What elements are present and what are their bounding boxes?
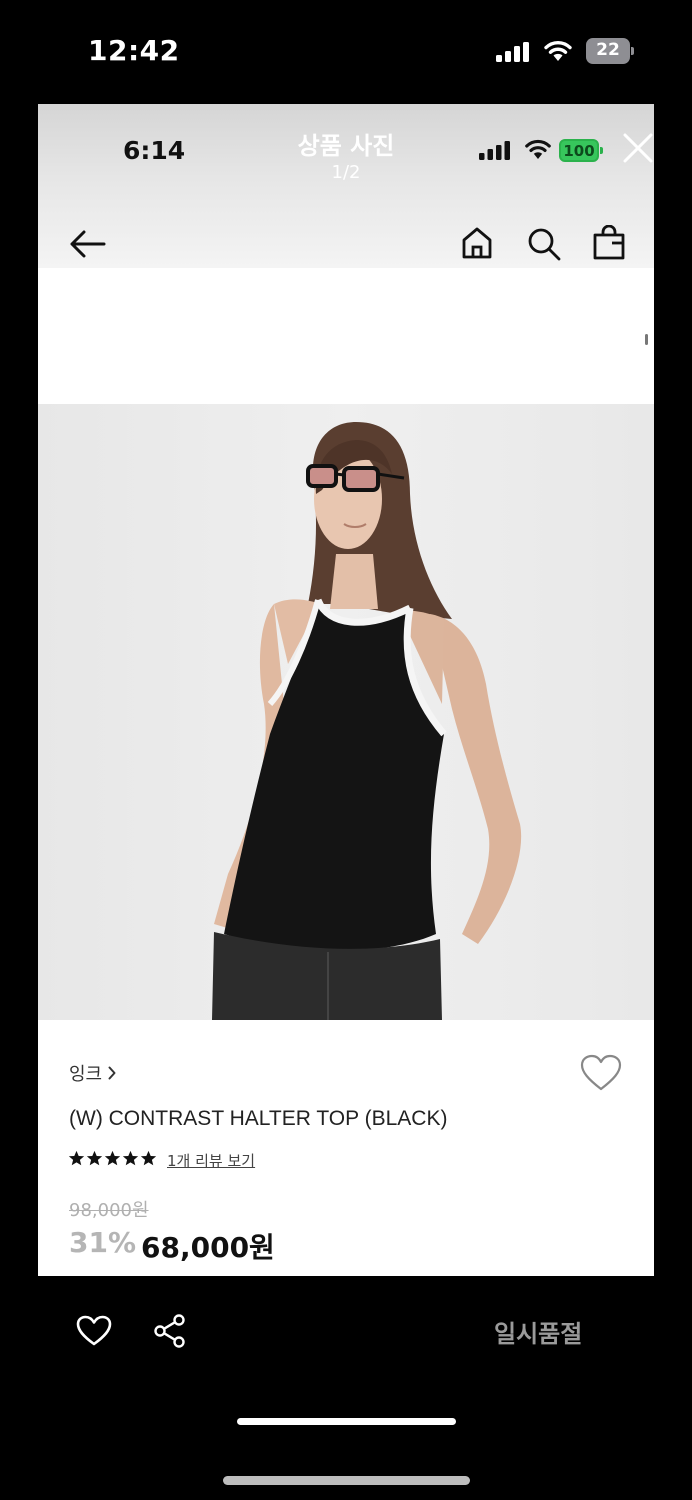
rating-stars — [68, 1150, 157, 1167]
inner-home-indicator — [237, 1418, 456, 1425]
viewer-title: 상품 사진 — [297, 132, 395, 160]
heart-icon[interactable] — [76, 1315, 112, 1347]
wifi-icon — [544, 40, 572, 61]
heart-icon[interactable] — [580, 1054, 622, 1092]
discount-rate: 31% — [69, 1226, 137, 1259]
outer-battery-level: 22 — [596, 40, 620, 60]
sold-out-button[interactable]: 일시품절 — [494, 1314, 582, 1349]
scroll-indicator[interactable] — [645, 334, 648, 345]
star-icon — [104, 1150, 121, 1166]
inner-status-time: 6:14 — [123, 136, 186, 165]
signal-icon — [496, 42, 529, 62]
product-info-panel: 잉크 (W) CONTRAST HALTER TOP (BLACK) 1개 리뷰… — [38, 1020, 654, 1276]
photo-viewer-header: 6:14 100 상품 사진 1/2 — [38, 104, 654, 268]
product-name: (W) CONTRAST HALTER TOP (BLACK) — [69, 1107, 448, 1130]
share-icon[interactable] — [152, 1313, 188, 1349]
brand-link[interactable]: 잉크 — [69, 1060, 116, 1086]
review-link[interactable]: 1개 리뷰 보기 — [167, 1150, 255, 1171]
close-icon[interactable] — [622, 132, 654, 164]
signal-icon — [479, 141, 510, 160]
inner-battery-level: 100 — [563, 142, 595, 160]
home-indicator[interactable] — [223, 1476, 470, 1485]
home-icon[interactable] — [460, 226, 494, 260]
content-spacer — [38, 268, 654, 404]
star-icon — [140, 1150, 157, 1166]
back-arrow-icon[interactable] — [68, 228, 108, 260]
original-price: 98,000원 — [69, 1200, 149, 1221]
product-screenshot: 6:14 100 상품 사진 1/2 잉크 (W) CONTRAST HALTE… — [38, 104, 654, 1276]
chevron-right-icon — [108, 1066, 116, 1080]
viewer-page-counter: 1/2 — [331, 162, 361, 183]
search-icon[interactable] — [526, 226, 562, 262]
battery-icon: 100 — [559, 139, 603, 162]
star-icon — [86, 1150, 103, 1166]
product-photo[interactable] — [38, 404, 654, 1020]
sale-price: 68,000원 — [141, 1231, 275, 1264]
outer-status-bar: 12:42 22 — [0, 0, 692, 104]
battery-icon: 22 — [586, 38, 634, 64]
shopping-bag-icon[interactable] — [592, 225, 626, 261]
star-icon — [68, 1150, 85, 1166]
star-icon — [122, 1150, 139, 1166]
wifi-icon — [525, 139, 551, 159]
outer-status-time: 12:42 — [88, 34, 180, 67]
brand-name: 잉크 — [69, 1064, 103, 1085]
